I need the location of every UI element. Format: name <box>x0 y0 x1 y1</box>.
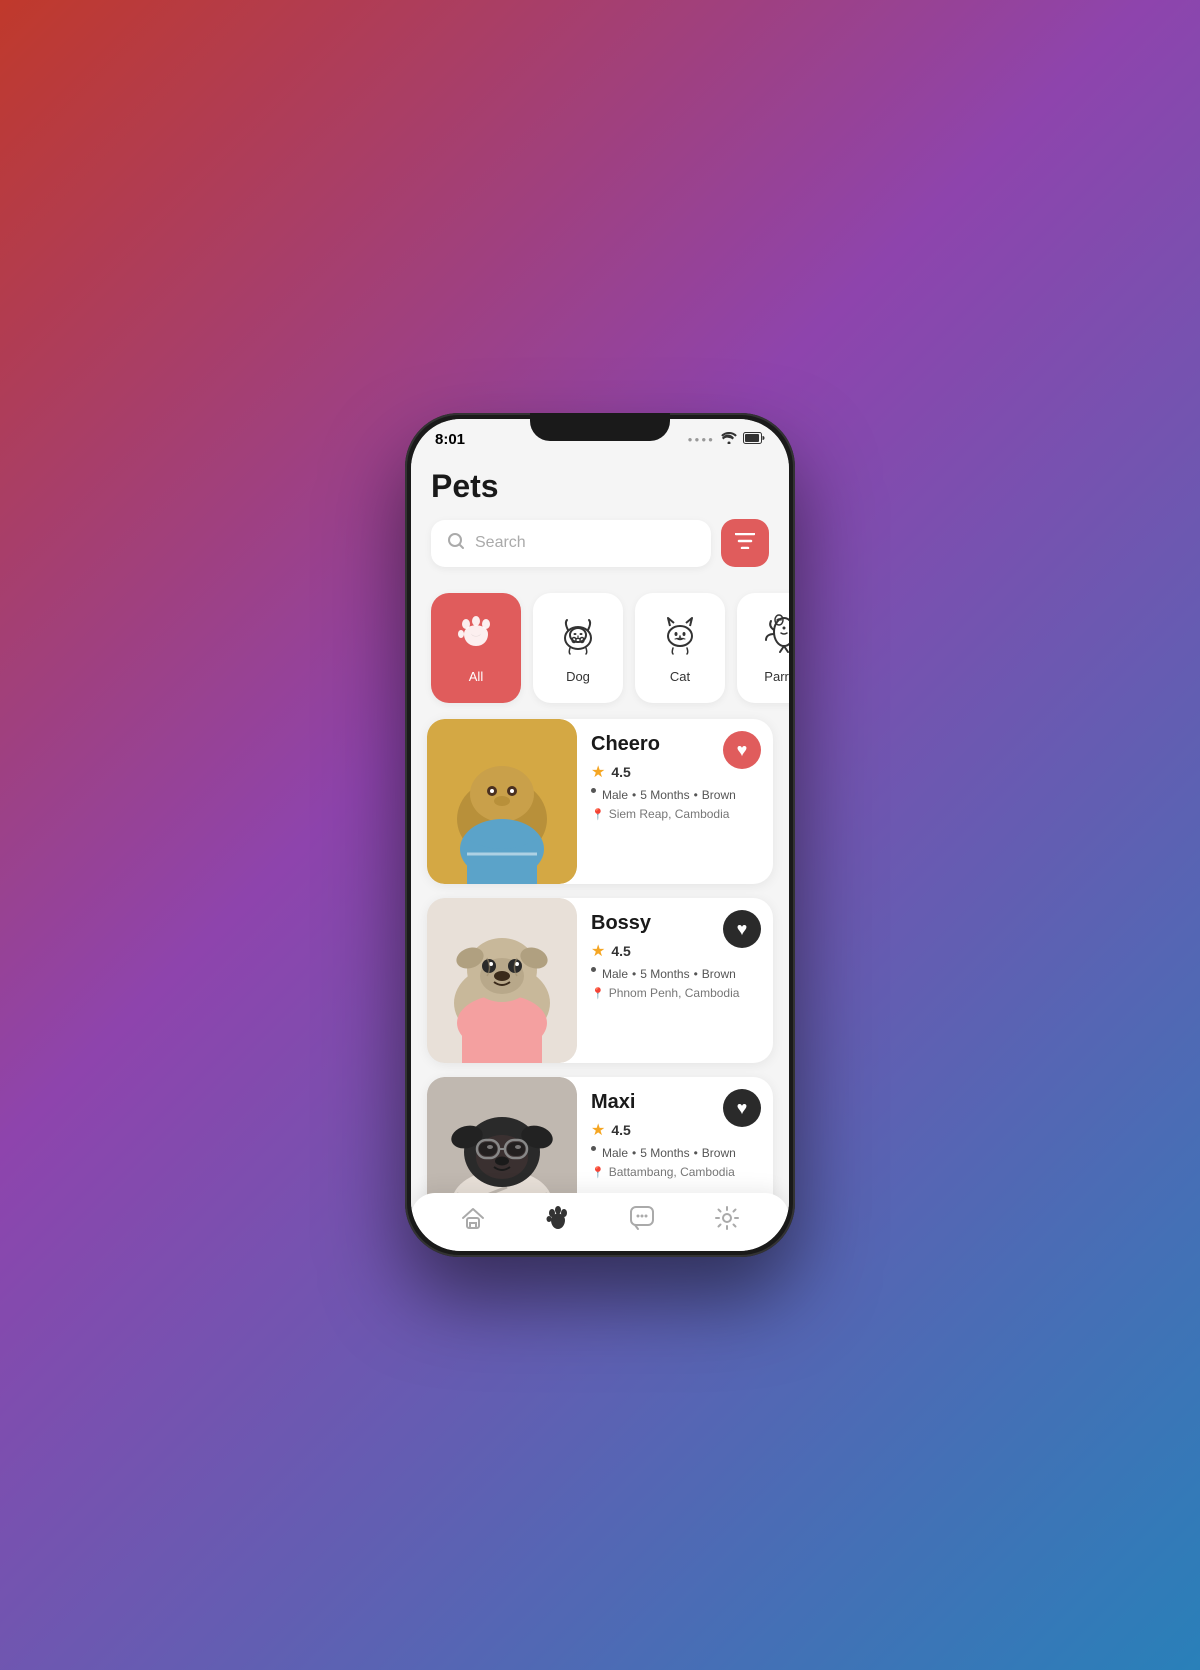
pet-gender-bossy: Male <box>602 967 628 981</box>
category-dog-label: Dog <box>566 669 590 684</box>
phone-screen: 8:01 ●●●● <box>411 419 789 1251</box>
status-time: 8:01 <box>435 431 465 448</box>
pet-card-cheero[interactable]: Cheero ★ 4.5 Male • 5 Months • Brown <box>427 719 773 884</box>
rating-value-maxi: 4.5 <box>611 1122 630 1138</box>
pet-image-bossy <box>427 898 577 1063</box>
search-icon <box>447 532 465 555</box>
category-dog[interactable]: Dog <box>533 593 623 703</box>
pet-gender-cheero: Male <box>602 788 628 802</box>
filter-button[interactable] <box>721 519 769 567</box>
sep1: • <box>632 788 636 802</box>
pet-location-cheero: 📍 Siem Reap, Cambodia <box>591 807 761 821</box>
categories-row[interactable]: All <box>411 577 789 719</box>
search-row: Search <box>431 519 769 567</box>
wifi-icon <box>721 431 737 448</box>
filter-icon <box>735 533 755 554</box>
pet-location-text-maxi: Battambang, Cambodia <box>609 1165 735 1179</box>
favorite-button-maxi[interactable]: ♥ <box>723 1089 761 1127</box>
pet-gender-maxi: Male <box>602 1146 628 1160</box>
pet-location-text-bossy: Phnom Penh, Cambodia <box>609 986 740 1000</box>
star-icon-maxi: ★ <box>591 1120 605 1140</box>
scroll-area[interactable]: Pets Search <box>411 452 789 1244</box>
sep3: • <box>632 967 636 981</box>
signal-dots: ●●●● <box>688 435 715 444</box>
dog-category-icon <box>558 612 598 661</box>
pet-color-maxi: Brown <box>702 1146 736 1160</box>
pet-location-text-cheero: Siem Reap, Cambodia <box>609 807 730 821</box>
dot1 <box>591 788 596 793</box>
pet-age-bossy: 5 Months <box>640 967 689 981</box>
parrot-category-icon <box>762 612 789 661</box>
pet-age-maxi: 5 Months <box>640 1146 689 1160</box>
pet-location-maxi: 📍 Battambang, Cambodia <box>591 1165 761 1179</box>
header: Pets Search <box>411 452 789 577</box>
location-icon-cheero: 📍 <box>591 808 605 821</box>
status-icons: ●●●● <box>688 431 765 448</box>
pet-location-bossy: 📍 Phnom Penh, Cambodia <box>591 986 761 1000</box>
notch <box>530 413 670 441</box>
page-title: Pets <box>431 468 769 505</box>
phone-frame: 8:01 ●●●● <box>405 413 795 1257</box>
star-icon-cheero: ★ <box>591 762 605 782</box>
bottom-nav <box>411 1193 789 1251</box>
category-parrot[interactable]: Parrot <box>737 593 789 703</box>
sep4: • <box>694 967 698 981</box>
cat-category-icon <box>660 612 700 661</box>
category-all[interactable]: All <box>431 593 521 703</box>
nav-home[interactable] <box>460 1206 486 1230</box>
star-icon-bossy: ★ <box>591 941 605 961</box>
category-all-label: All <box>469 669 483 684</box>
battery-icon <box>743 431 765 448</box>
sep5: • <box>632 1146 636 1160</box>
pet-color-bossy: Brown <box>702 967 736 981</box>
category-cat[interactable]: Cat <box>635 593 725 703</box>
pet-color-cheero: Brown <box>702 788 736 802</box>
location-icon-maxi: 📍 <box>591 1166 605 1179</box>
pet-image-cheero <box>427 719 577 884</box>
pet-attrs-maxi: Male • 5 Months • Brown <box>591 1146 761 1160</box>
sep6: • <box>694 1146 698 1160</box>
nav-settings[interactable] <box>714 1205 740 1231</box>
main-content: Pets Search <box>411 452 789 1244</box>
location-icon-bossy: 📍 <box>591 987 605 1000</box>
nav-paw[interactable] <box>545 1205 571 1231</box>
category-cat-label: Cat <box>670 669 690 684</box>
category-parrot-label: Parrot <box>764 669 789 684</box>
sep2: • <box>694 788 698 802</box>
pet-attrs-cheero: Male • 5 Months • Brown <box>591 788 761 802</box>
nav-chat[interactable] <box>629 1205 655 1231</box>
favorite-button-cheero[interactable]: ♥ <box>723 731 761 769</box>
pet-attrs-bossy: Male • 5 Months • Brown <box>591 967 761 981</box>
rating-value-cheero: 4.5 <box>611 764 630 780</box>
search-bar[interactable]: Search <box>431 520 711 567</box>
paw-category-icon <box>456 612 496 661</box>
dot3 <box>591 1146 596 1151</box>
rating-value-bossy: 4.5 <box>611 943 630 959</box>
pet-age-cheero: 5 Months <box>640 788 689 802</box>
dot2 <box>591 967 596 972</box>
search-placeholder: Search <box>475 534 526 552</box>
favorite-button-bossy[interactable]: ♥ <box>723 910 761 948</box>
pet-card-bossy[interactable]: Bossy ★ 4.5 Male • 5 Months • Brown <box>427 898 773 1063</box>
